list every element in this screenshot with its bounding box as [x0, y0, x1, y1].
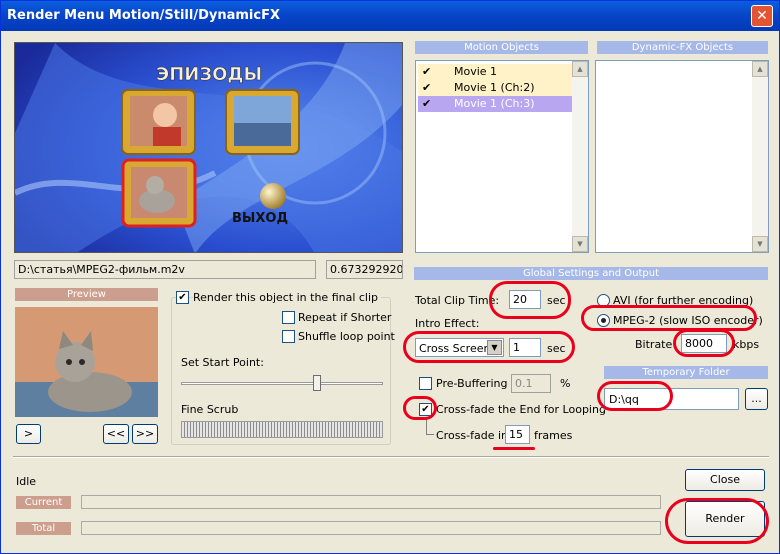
dynamic-fx-header: Dynamic-FX Objects — [597, 41, 768, 54]
repeat-shorter-label: Repeat if Shorter — [298, 311, 392, 324]
scroll-up-icon[interactable]: ▲ — [752, 61, 768, 77]
preview-thumbnail — [15, 307, 158, 417]
render-object-label: Render this object in the final clip — [193, 291, 382, 304]
window-title: Render Menu Motion/Still/DynamicFX — [7, 8, 280, 23]
close-button[interactable]: Close — [685, 469, 765, 491]
crossfade-connector — [426, 417, 434, 435]
fine-scrub-label: Fine Scrub — [181, 403, 239, 416]
percent-label: % — [560, 377, 571, 390]
prev-frame-button[interactable]: << — [103, 424, 129, 444]
motion-item-2[interactable]: ✔ Movie 1 (Ch:2) — [418, 80, 572, 96]
total-progress-label: Total — [16, 522, 71, 535]
intro-effect-select[interactable]: Cross Screen ▼ — [415, 338, 504, 357]
scroll-down-icon[interactable]: ▼ — [572, 236, 588, 252]
motion-list-scrollbar[interactable]: ▲ ▼ — [572, 61, 588, 252]
render-object-checkbox[interactable]: ✔ — [176, 291, 189, 304]
shuffle-loop-checkbox[interactable] — [282, 330, 295, 343]
menu-title-text: ЭПИЗОДЫ — [156, 64, 262, 85]
mpeg2-radio[interactable] — [597, 314, 610, 327]
motion-item-label: Movie 1 (Ch:3) — [454, 97, 535, 110]
scroll-up-icon[interactable]: ▲ — [572, 61, 588, 77]
kitten-image — [15, 307, 158, 417]
total-progress-bar — [81, 521, 661, 535]
render-menu-window: Render Menu Motion/Still/DynamicFX ✕ ЭПИ… — [0, 0, 780, 554]
annotation-frames-underline — [493, 447, 535, 450]
sec-label-2: sec — [547, 342, 566, 355]
prebuffering-checkbox[interactable] — [419, 377, 432, 390]
bitrate-label: Bitrate — [635, 338, 673, 351]
temp-folder-input[interactable]: D:\qq — [604, 388, 739, 410]
temp-folder-header: Temporary Folder — [604, 366, 768, 379]
intro-effect-value: Cross Screen — [419, 342, 491, 355]
current-progress-bar — [81, 495, 661, 509]
time-value-field: 0.6732929206 — [326, 260, 403, 279]
crossfade-checkbox[interactable]: ✔ — [419, 403, 432, 416]
menu-preview-image: ЭПИЗОДЫ ВЫХОД — [14, 42, 403, 253]
current-progress-label: Current — [16, 496, 71, 509]
mpeg2-label: MPEG-2 (slow ISO encoder) — [613, 314, 763, 327]
total-clip-time-input[interactable]: 20 — [509, 290, 541, 309]
dynamic-fx-list[interactable]: ▲ ▼ — [595, 60, 769, 253]
title-bar: Render Menu Motion/Still/DynamicFX ✕ — [1, 1, 779, 31]
motion-item-3[interactable]: ✔ Movie 1 (Ch:3) — [418, 96, 572, 112]
prebuffering-input[interactable]: 0.1 — [511, 374, 551, 393]
start-point-slider-track[interactable] — [181, 382, 383, 385]
browse-folder-button[interactable]: ... — [745, 388, 768, 410]
check-icon: ✔ — [422, 65, 432, 78]
motion-objects-list[interactable]: ✔ Movie 1 ✔ Movie 1 (Ch:2) ✔ Movie 1 (Ch… — [415, 60, 589, 253]
preview-header: Preview — [15, 288, 158, 301]
kbps-label: kbps — [733, 338, 760, 351]
prebuffering-label: Pre-Buffering — [436, 377, 508, 390]
motion-item-1[interactable]: ✔ Movie 1 — [418, 64, 572, 80]
motion-objects-header: Motion Objects — [415, 41, 588, 54]
intro-effect-duration-input[interactable]: 1 — [509, 338, 541, 357]
next-frame-button[interactable]: >> — [132, 424, 158, 444]
close-window-button[interactable]: ✕ — [751, 5, 773, 27]
menu-exit-text: ВЫХОД — [232, 211, 288, 226]
source-path-field: D:\статья\MPEG2-фильм.m2v — [14, 260, 316, 279]
repeat-shorter-checkbox[interactable] — [282, 311, 295, 324]
play-button[interactable]: > — [16, 424, 41, 444]
scroll-down-icon[interactable]: ▼ — [752, 236, 768, 252]
crossfade-label: Cross-fade the End for Looping — [436, 403, 606, 416]
dropdown-arrow-icon[interactable]: ▼ — [487, 340, 502, 355]
motion-item-label: Movie 1 (Ch:2) — [454, 81, 535, 94]
shuffle-loop-label: Shuffle loop point — [298, 330, 395, 343]
render-button[interactable]: Render — [685, 501, 765, 537]
crossfade-in-label: Cross-fade in — [436, 429, 509, 442]
bitrate-input[interactable]: 8000 — [681, 334, 727, 353]
motion-item-label: Movie 1 — [454, 65, 498, 78]
intro-effect-label: Intro Effect: — [415, 317, 480, 330]
total-clip-time-label: Total Clip Time: — [415, 294, 500, 307]
check-icon: ✔ — [422, 97, 432, 110]
avi-radio[interactable] — [597, 294, 610, 307]
start-point-slider-thumb[interactable] — [313, 375, 321, 391]
avi-label: AVI (for further encoding) — [613, 294, 754, 307]
check-icon: ✔ — [422, 81, 432, 94]
global-settings-header: Global Settings and Output — [414, 267, 768, 280]
frames-label: frames — [534, 429, 573, 442]
fine-scrub-control[interactable] — [181, 421, 383, 438]
status-divider — [13, 456, 769, 458]
sec-label-1: sec — [547, 294, 566, 307]
status-text: Idle — [16, 475, 37, 488]
menu-preview-graphic: ЭПИЗОДЫ ВЫХОД — [15, 43, 402, 252]
crossfade-frames-input[interactable]: 15 — [505, 425, 530, 444]
start-point-label: Set Start Point: — [181, 356, 264, 369]
fx-list-scrollbar[interactable]: ▲ ▼ — [752, 61, 768, 252]
